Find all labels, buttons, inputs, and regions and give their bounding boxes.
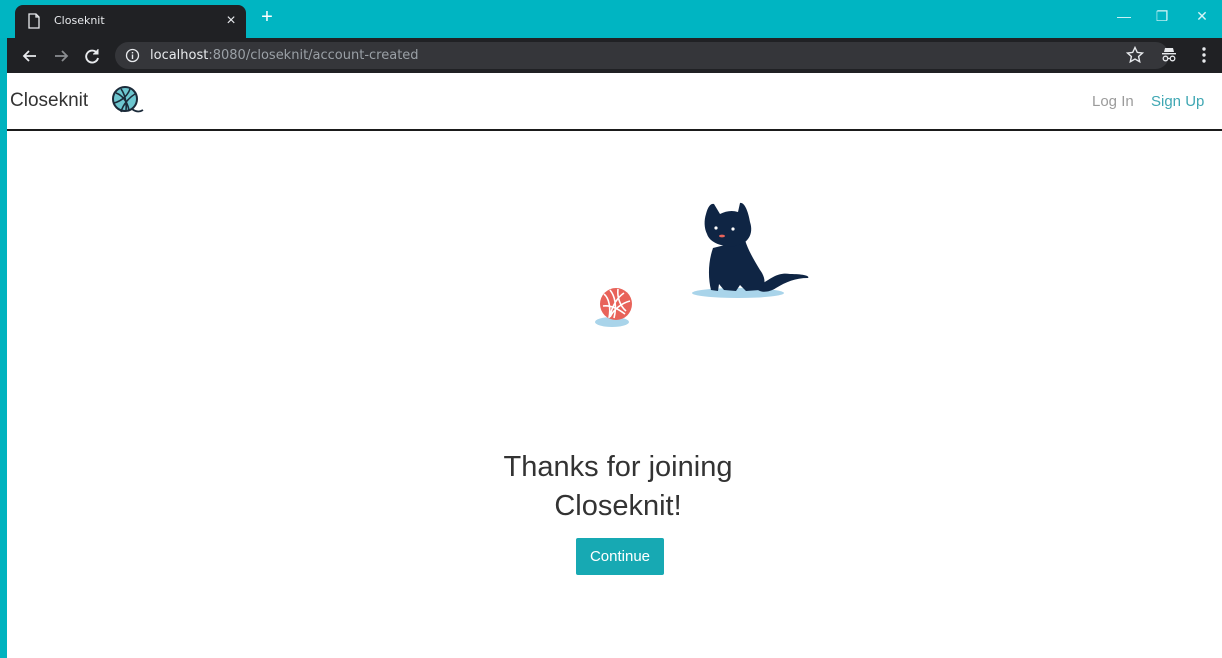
browser-tab[interactable]: Closeknit × xyxy=(15,5,246,38)
more-menu-icon[interactable] xyxy=(1197,45,1211,65)
cat-eye-left xyxy=(714,226,718,230)
forward-arrow-icon[interactable] xyxy=(50,45,72,67)
cat-body xyxy=(708,240,765,291)
new-tab-button[interactable]: + xyxy=(256,6,278,28)
yarn-ball-icon[interactable] xyxy=(110,85,144,115)
page-headline: Thanks for joining Closeknit! xyxy=(418,448,818,526)
url-text: localhost:8080/closeknit/account-created xyxy=(150,48,419,63)
address-bar[interactable]: localhost:8080/closeknit/account-created xyxy=(115,42,1169,69)
browser-toolbar: localhost:8080/closeknit/account-created xyxy=(7,38,1222,73)
back-arrow-icon[interactable] xyxy=(19,45,41,67)
star-icon[interactable] xyxy=(1125,45,1145,65)
window-edge xyxy=(0,0,7,658)
cat-and-yarn-illustration xyxy=(595,202,809,327)
site-navbar: Closeknit Log In Sign Up xyxy=(7,73,1222,131)
cat-blush xyxy=(719,234,725,238)
restore-button[interactable]: ❐ xyxy=(1144,4,1180,28)
login-link[interactable]: Log In xyxy=(1092,93,1134,110)
close-window-button[interactable]: ✕ xyxy=(1184,4,1220,28)
reload-icon[interactable] xyxy=(81,45,103,67)
continue-button[interactable]: Continue xyxy=(576,538,664,575)
url-path: :8080/closeknit/account-created xyxy=(208,48,419,63)
info-icon[interactable] xyxy=(125,48,140,63)
headline-line-1: Thanks for joining xyxy=(503,451,733,483)
tab-strip: Closeknit × + — ❐ ✕ xyxy=(0,0,1222,38)
tab-close-button[interactable]: × xyxy=(222,10,240,32)
tab-title: Closeknit xyxy=(54,14,105,27)
cat-head xyxy=(704,202,752,247)
cat-tail xyxy=(758,273,809,292)
page-icon xyxy=(28,13,40,29)
incognito-icon xyxy=(1162,48,1176,62)
signup-link[interactable]: Sign Up xyxy=(1151,93,1204,110)
cat-eye-right xyxy=(731,227,735,231)
brand-name[interactable]: Closeknit xyxy=(10,90,88,112)
headline-line-2: Closeknit! xyxy=(554,490,682,522)
minimize-button[interactable]: — xyxy=(1106,4,1142,28)
url-host: localhost xyxy=(150,48,209,63)
